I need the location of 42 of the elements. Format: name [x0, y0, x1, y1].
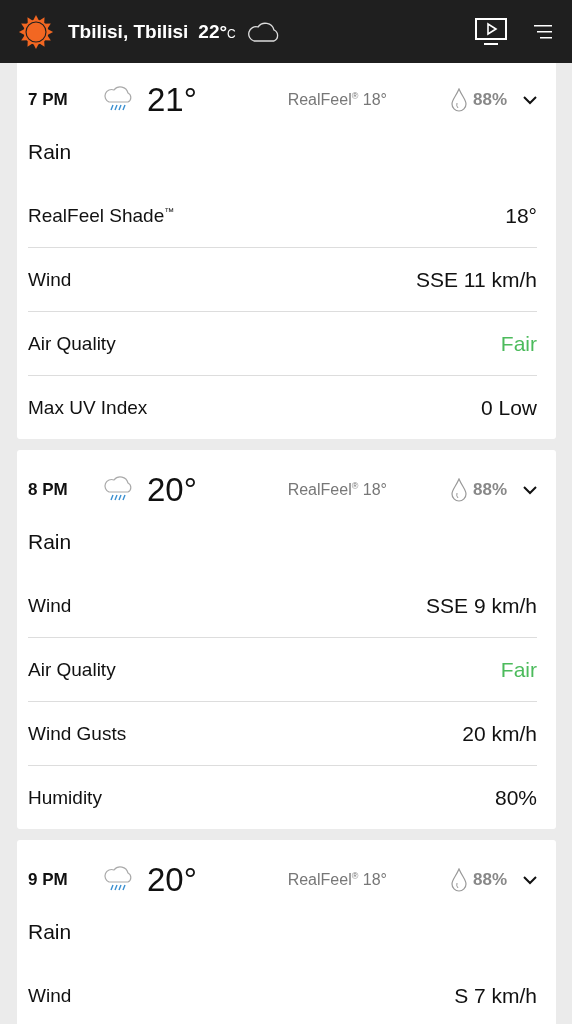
detail-value: 0 Low [480, 395, 537, 420]
hour-temperature: 20° [147, 471, 198, 509]
realfeel-text: RealFeel$^{®}$ 18° [287, 480, 387, 500]
hour-temperature: 20° [147, 861, 198, 899]
detail-value: 18° [505, 203, 537, 228]
condition-text: Rain [28, 530, 73, 554]
precipitation-chance: 88% [472, 480, 507, 500]
menu-icon[interactable] [534, 24, 552, 39]
hour-time: 9 PM [28, 870, 69, 890]
detail-label: Humidity [28, 786, 102, 809]
video-icon[interactable] [475, 17, 507, 46]
detail-value: SSE 11 km/h [416, 267, 537, 292]
hour-time: 8 PM [28, 480, 69, 500]
hour-temperature: 21° [147, 81, 198, 119]
chevron-down-icon[interactable] [523, 95, 537, 105]
detail-value: 20 km/h [462, 721, 537, 746]
chevron-down-icon[interactable] [523, 875, 537, 885]
detail-value: S 7 km/h [454, 983, 537, 1008]
droplet-icon [450, 88, 467, 112]
droplet-icon [450, 478, 467, 502]
condition-text: Rain [28, 140, 73, 164]
realfeel-text: RealFeel$^{®}$ 18° [287, 870, 387, 890]
detail-label: RealFeel Shade$^{™}$ [28, 204, 175, 227]
precipitation-chance: 88% [472, 870, 507, 890]
location-title: Tbilisi, Tbilisi [68, 20, 189, 43]
detail-value: SSE 9 km/h [426, 593, 537, 618]
realfeel-text: RealFeel$^{®}$ 18° [287, 90, 387, 110]
detail-label: Wind [28, 594, 72, 617]
detail-label: Air Quality [28, 332, 116, 355]
droplet-icon [450, 868, 467, 892]
detail-label: Max UV Index [28, 396, 148, 419]
condition-text: Rain [28, 920, 73, 944]
detail-label: Wind [28, 984, 72, 1007]
detail-label: Wind Gusts [28, 722, 127, 745]
detail-value: Fair [500, 657, 537, 682]
hour-time: 7 PM [28, 90, 69, 110]
chevron-down-icon[interactable] [523, 485, 537, 495]
precipitation-chance: 88% [472, 90, 507, 110]
detail-label: Wind [28, 268, 72, 291]
detail-label: Air Quality [28, 658, 116, 681]
detail-value: 80% [494, 785, 537, 810]
detail-value: Fair [500, 331, 537, 356]
